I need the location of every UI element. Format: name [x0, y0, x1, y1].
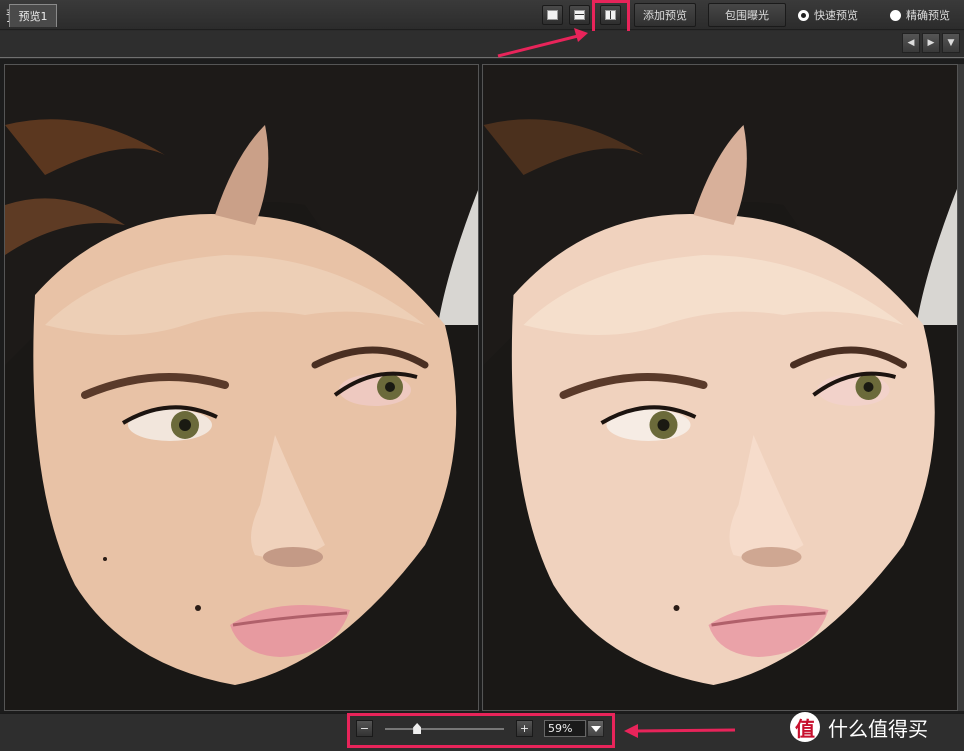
tab-next-button[interactable]: ▶ — [922, 33, 940, 53]
accurate-preview-label: 精确预览 — [906, 9, 950, 22]
portrait-photo-processed — [483, 65, 957, 710]
single-view-icon — [547, 10, 558, 20]
triangle-left-icon: ◀ — [907, 38, 915, 48]
zoom-controls-highlight — [347, 713, 615, 748]
triangle-down-icon: ▼ — [947, 38, 955, 48]
preview-before-image[interactable] — [4, 64, 479, 711]
radio-checked-icon — [798, 9, 809, 21]
single-view-button[interactable] — [542, 5, 563, 25]
vertical-scrollbar[interactable] — [958, 64, 964, 711]
preview-after-image[interactable] — [482, 64, 958, 711]
split-horizontal-icon — [574, 10, 585, 20]
quick-preview-radio[interactable]: 快速预览 — [798, 7, 858, 23]
tab-bar — [0, 31, 964, 58]
tab-preview-1[interactable]: 预览1 — [9, 4, 57, 27]
tab-menu-button[interactable]: ▼ — [942, 33, 960, 53]
watermark-text: 什么值得买 — [828, 716, 928, 741]
add-preview-button[interactable]: 添加预览 — [634, 3, 696, 27]
portrait-photo-original — [5, 65, 478, 710]
watermark-logo-icon: 值 — [790, 712, 820, 742]
triangle-right-icon: ▶ — [927, 38, 935, 48]
bracket-exposure-button[interactable]: 包围曝光 — [708, 3, 786, 27]
watermark: 值 什么值得买 — [790, 712, 928, 742]
tab-prev-button[interactable]: ◀ — [902, 33, 920, 53]
quick-preview-label: 快速预览 — [814, 9, 858, 22]
radio-unchecked-icon — [890, 9, 901, 21]
accurate-preview-radio[interactable]: 精确预览 — [890, 7, 950, 23]
split-horizontal-view-button[interactable] — [569, 5, 590, 25]
